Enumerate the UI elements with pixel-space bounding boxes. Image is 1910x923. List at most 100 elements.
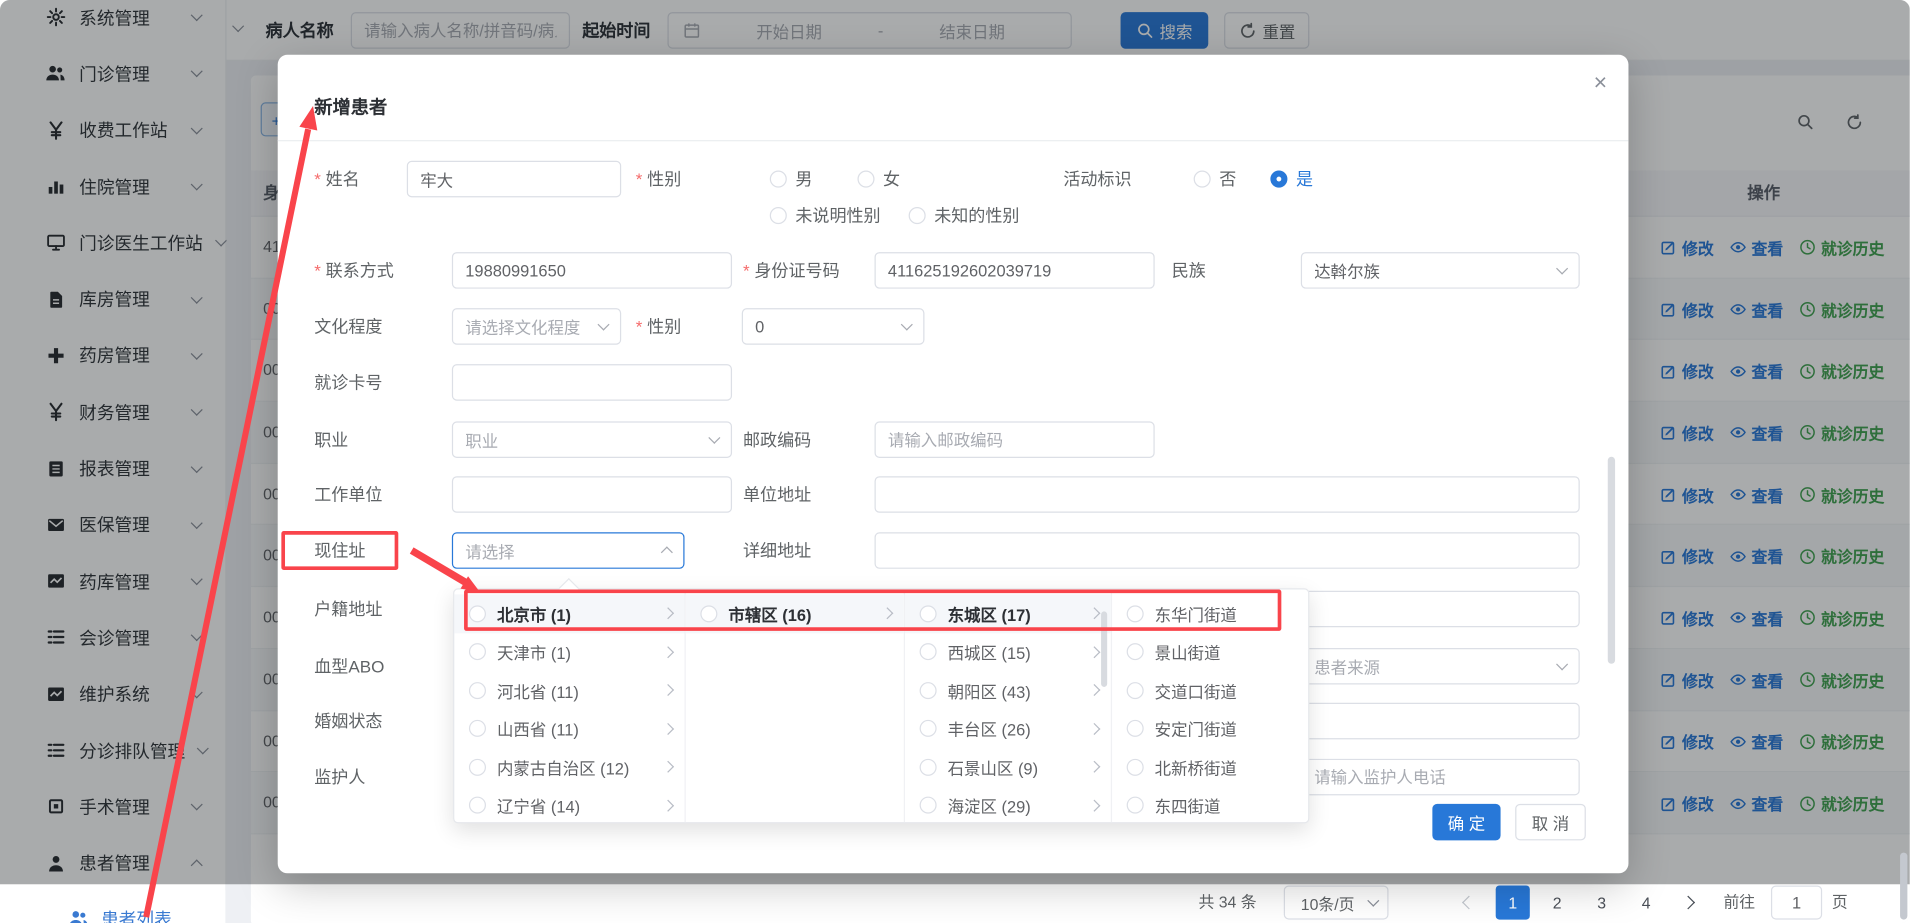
chevron-down-icon — [597, 319, 609, 331]
cascader-option[interactable]: 内蒙古自治区 (12) — [454, 748, 684, 786]
confirm-button[interactable]: 确 定 — [1432, 804, 1500, 841]
cascader-option[interactable]: 辽宁省 (14) — [454, 786, 684, 822]
cascader-option[interactable]: 天津市 (1) — [454, 633, 684, 671]
cascader-option[interactable]: 景山街道 — [1112, 633, 1311, 671]
chevron-down-icon — [1556, 263, 1568, 275]
ethnicity-select[interactable]: 达斡尔族 — [1301, 252, 1580, 289]
next-page-button[interactable] — [1671, 885, 1705, 919]
radio-gender-unspecified[interactable]: 未说明性别 — [770, 197, 881, 234]
radio-icon[interactable] — [1127, 605, 1144, 622]
work-address-label: 单位地址 — [743, 476, 811, 513]
radio-icon[interactable] — [1127, 682, 1144, 699]
radio-yes[interactable]: 是 — [1270, 161, 1313, 198]
patient-source-select[interactable]: 患者来源 — [1301, 648, 1580, 685]
cascader-scrollbar[interactable] — [1101, 611, 1107, 687]
chevron-right-icon — [1088, 608, 1100, 620]
postcode-label: 邮政编码 — [743, 421, 811, 458]
radio-icon[interactable] — [469, 643, 486, 660]
blood-type-label: 血型ABO — [314, 648, 384, 685]
id-number-input[interactable] — [875, 252, 1155, 289]
cascader-option[interactable]: 石景山区 (9) — [905, 748, 1111, 786]
cascader-option[interactable]: 西城区 (15) — [905, 633, 1111, 671]
work-address-input[interactable] — [875, 476, 1580, 513]
radio-icon[interactable] — [469, 605, 486, 622]
cascader-option[interactable]: 交道口街道 — [1112, 671, 1311, 709]
dialog-title: 新增患者 — [314, 94, 387, 120]
goto-page-input[interactable] — [1771, 885, 1822, 919]
radio-male[interactable]: 男 — [770, 161, 813, 198]
cascader-option[interactable]: 北京市 (1) — [454, 594, 684, 632]
radio-no[interactable]: 否 — [1194, 161, 1237, 198]
radio-icon[interactable] — [1127, 797, 1144, 814]
radio-icon[interactable] — [920, 643, 937, 660]
occupation-label: 职业 — [314, 421, 348, 458]
cascader-option[interactable]: 北新桥街道 — [1112, 748, 1311, 786]
cascader-option[interactable]: 安定门街道 — [1112, 709, 1311, 747]
cascader-option[interactable]: 河北省 (11) — [454, 671, 684, 709]
guardian-label: 监护人 — [314, 759, 365, 796]
page-button[interactable]: 3 — [1585, 885, 1619, 919]
cascader-option[interactable]: 市辖区 (16) — [686, 594, 904, 632]
detail-address-label: 详细地址 — [743, 532, 811, 569]
radio-icon[interactable] — [1127, 720, 1144, 737]
page-scrollbar[interactable] — [1900, 853, 1907, 920]
chevron-right-icon — [662, 646, 674, 658]
workplace-input[interactable] — [452, 476, 732, 513]
chevron-right-icon — [662, 761, 674, 773]
chevron-right-icon — [662, 608, 674, 620]
guardian-phone-input[interactable] — [1301, 759, 1580, 796]
radio-icon[interactable] — [1127, 759, 1144, 776]
radio-gender-unknown[interactable]: 未知的性别 — [909, 197, 1020, 234]
radio-icon — [1194, 171, 1211, 188]
occupation-select[interactable]: 职业 — [452, 421, 732, 458]
cascader-option[interactable]: 东城区 (17) — [905, 594, 1111, 632]
registered-address-detail-input[interactable] — [1301, 591, 1580, 628]
marital-extra-input[interactable] — [1301, 703, 1580, 740]
education-label: 文化程度 — [314, 308, 382, 345]
cancel-button[interactable]: 取 消 — [1515, 804, 1586, 841]
page-button[interactable]: 4 — [1629, 885, 1663, 919]
cascader-option[interactable]: 朝阳区 (43) — [905, 671, 1111, 709]
radio-icon[interactable] — [700, 605, 717, 622]
radio-icon[interactable] — [920, 720, 937, 737]
name-input[interactable] — [407, 161, 621, 198]
sidebar-item-patient-list[interactable]: 患者列表 — [0, 890, 225, 923]
page-button[interactable]: 1 — [1496, 885, 1530, 919]
contact-input[interactable] — [452, 252, 732, 289]
ethnicity-label: 民族 — [1172, 252, 1206, 289]
chevron-right-icon — [1088, 761, 1100, 773]
cascader-option[interactable]: 山西省 (11) — [454, 709, 684, 747]
radio-icon[interactable] — [469, 682, 486, 699]
radio-icon[interactable] — [469, 797, 486, 814]
postcode-input[interactable] — [875, 421, 1155, 458]
total-count: 共 34 条 — [1199, 885, 1257, 919]
card-no-label: 就诊卡号 — [314, 364, 382, 401]
prev-page-button[interactable] — [1452, 885, 1486, 919]
chevron-right-icon — [1088, 799, 1100, 811]
modal-scrollbar[interactable] — [1608, 457, 1615, 664]
radio-female[interactable]: 女 — [857, 161, 900, 198]
education-select[interactable]: 请选择文化程度 — [452, 308, 621, 345]
gender-code-select[interactable]: 0 — [742, 308, 925, 345]
radio-icon[interactable] — [1127, 643, 1144, 660]
cascader-option[interactable]: 丰台区 (26) — [905, 709, 1111, 747]
cascader-option[interactable]: 东四街道 — [1112, 786, 1311, 822]
chevron-right-icon — [1681, 896, 1695, 910]
detail-address-input[interactable] — [875, 532, 1580, 569]
radio-icon[interactable] — [920, 682, 937, 699]
radio-icon[interactable] — [920, 759, 937, 776]
current-address-cascader-select[interactable]: 请选择 — [452, 532, 685, 569]
close-icon[interactable]: × — [1586, 69, 1615, 98]
radio-icon[interactable] — [469, 759, 486, 776]
app-window: 系统管理 门诊管理 收费工作站 住院管理 — [0, 0, 1910, 923]
cascader-option[interactable]: 东华门街道 — [1112, 594, 1311, 632]
radio-icon — [770, 171, 787, 188]
cascader-option[interactable]: 海淀区 (29) — [905, 786, 1111, 822]
card-no-input[interactable] — [452, 364, 732, 401]
radio-icon[interactable] — [920, 605, 937, 622]
page-button[interactable]: 2 — [1540, 885, 1574, 919]
radio-icon[interactable] — [920, 797, 937, 814]
cascader-district-column: 东城区 (17) 西城区 (15) 朝阳区 (43) 丰台 — [905, 590, 1112, 823]
page-size-select[interactable]: 10条/页 — [1284, 885, 1389, 919]
radio-icon[interactable] — [469, 720, 486, 737]
